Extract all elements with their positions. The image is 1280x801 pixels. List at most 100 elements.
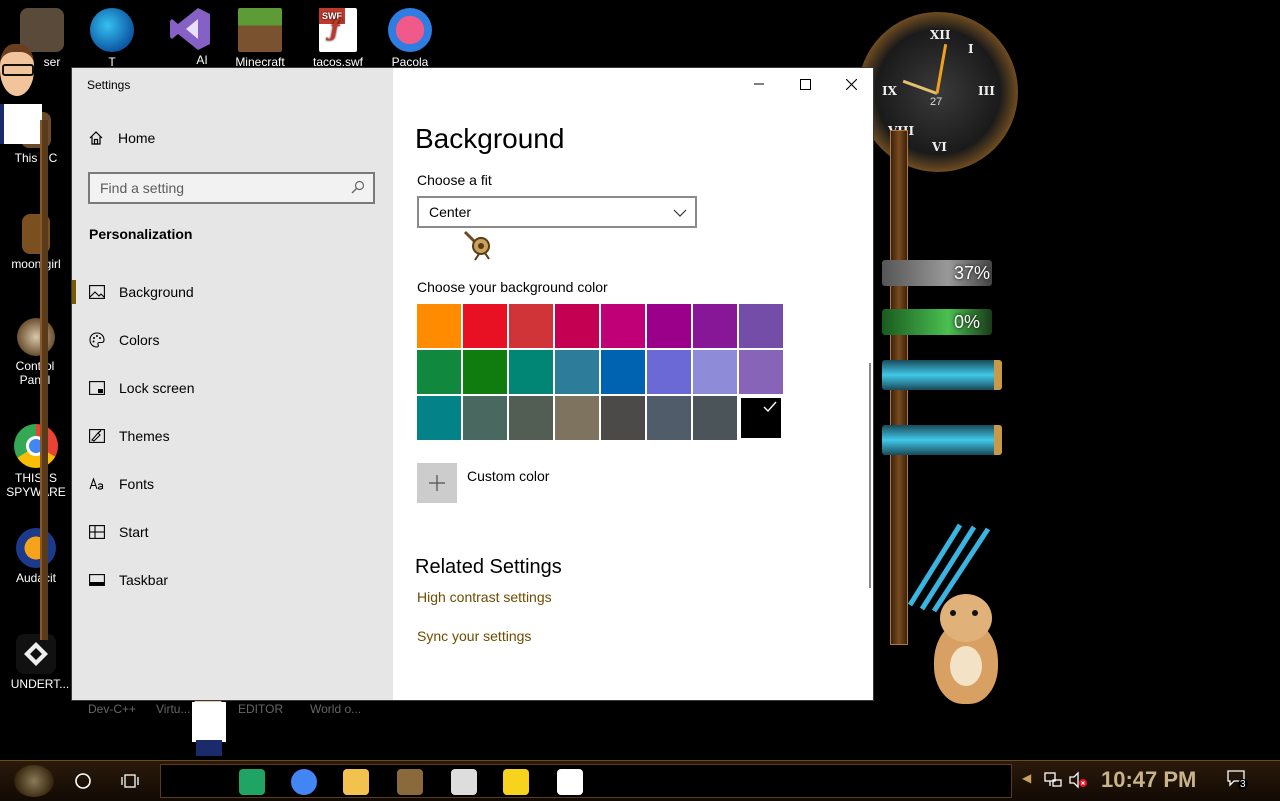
start-button[interactable] [14, 765, 54, 797]
color-swatch[interactable] [509, 350, 553, 394]
color-swatch[interactable] [647, 396, 691, 440]
fit-dropdown[interactable]: Center [417, 196, 697, 228]
sidebar-item-start[interactable]: Start [72, 508, 393, 556]
color-swatch[interactable] [417, 304, 461, 348]
color-swatch[interactable] [417, 350, 461, 394]
search-input[interactable] [90, 174, 350, 202]
color-swatch[interactable] [601, 304, 645, 348]
sidebar-item-label: Lock screen [119, 380, 195, 396]
sidebar-item-background[interactable]: Background [72, 268, 393, 316]
chrome-icon[interactable] [291, 769, 317, 795]
color-swatch[interactable] [601, 350, 645, 394]
flash-glyph-icon: ƒ [330, 16, 340, 42]
custom-color-button[interactable]: Custom color [417, 463, 549, 503]
color-swatch[interactable] [555, 304, 599, 348]
clock-numeral-icon: XII [930, 28, 951, 42]
color-swatch[interactable] [555, 350, 599, 394]
plus-icon [429, 475, 445, 491]
sidebar-item-label: Taskbar [119, 572, 169, 588]
taskbar-icon [89, 574, 105, 586]
custom-color-label: Custom color [467, 468, 550, 484]
disk-meter [882, 360, 1002, 390]
settings-window[interactable]: Settings Home Personalization Background… [72, 68, 873, 700]
desktop-icon-label: Control Panel [15, 359, 55, 387]
volume-muted-icon[interactable] [1068, 771, 1088, 789]
sidebar-item-themes[interactable]: Themes [72, 412, 393, 460]
network-icon[interactable] [1044, 771, 1062, 789]
edge-icon [90, 8, 134, 52]
themes-icon [89, 429, 105, 443]
desktop-icon-pacola[interactable]: Pacola [378, 8, 442, 69]
desktop-icon-control-panel[interactable]: Control Panel [4, 318, 68, 387]
color-swatch[interactable] [739, 304, 783, 348]
search-box[interactable] [88, 172, 375, 204]
desktop-icon-label: THIS IS SPYWARE [6, 471, 66, 499]
cortana-button[interactable] [65, 765, 101, 797]
color-swatch[interactable] [463, 396, 507, 440]
clock-gadget[interactable]: XII III VI IX I VIII 27 [858, 12, 1018, 172]
color-swatch[interactable] [463, 304, 507, 348]
maximize-button[interactable] [782, 68, 828, 100]
close-button[interactable] [828, 68, 874, 100]
desktop-icon-label: moon girl [11, 257, 61, 271]
sidebar-item-label: Start [119, 524, 149, 540]
color-swatch[interactable] [509, 304, 553, 348]
sidebar-item-colors[interactable]: Colors [72, 316, 393, 364]
color-swatch[interactable] [693, 350, 737, 394]
desktop-icon-tacos-swf[interactable]: SWF ƒ tacos.swf [306, 8, 370, 69]
cursor-icon [463, 230, 490, 261]
desktop-icon-visual-studio[interactable]: AI [158, 6, 222, 67]
nav-home[interactable]: Home [88, 130, 155, 146]
task-view-button[interactable] [112, 765, 148, 797]
cartoon-character-icon [0, 44, 42, 144]
sync-settings-link[interactable]: Sync your settings [417, 628, 531, 644]
color-swatch[interactable] [509, 396, 553, 440]
desktop-icon-audacity[interactable]: Audacit [4, 528, 68, 585]
desktop-icon-label: Minecraft [235, 55, 285, 69]
color-swatch[interactable] [647, 304, 691, 348]
7zip-icon[interactable] [451, 769, 477, 795]
sandbox-icon[interactable] [397, 769, 423, 795]
desktop-icon-edge[interactable]: T [80, 8, 144, 69]
control-panel-icon [17, 318, 55, 356]
tray-overflow-icon[interactable]: ◀ [1022, 771, 1031, 785]
hamster-icon [928, 590, 1004, 706]
taskbar-clock[interactable]: 10:47 PM [1101, 767, 1196, 793]
desktop-icon-moon-girl[interactable]: moon girl [4, 214, 68, 271]
file-explorer-icon[interactable] [343, 769, 369, 795]
undertale-icon [16, 634, 56, 674]
action-center-button[interactable]: 3 [1226, 769, 1250, 793]
high-contrast-link[interactable]: High contrast settings [417, 589, 552, 605]
color-swatch[interactable] [417, 396, 461, 440]
section-title: Personalization [89, 226, 193, 242]
visual-studio-icon [168, 6, 212, 50]
desktop-icon-label: This PC [14, 151, 58, 165]
color-swatch[interactable] [739, 396, 783, 440]
color-swatch[interactable] [601, 396, 645, 440]
scrollbar[interactable] [869, 363, 871, 588]
desktop-icon-minecraft[interactable]: Minecraft [228, 8, 292, 69]
minimize-button[interactable] [736, 68, 782, 100]
color-swatch[interactable] [693, 304, 737, 348]
sidebar-item-lock-screen[interactable]: Lock screen [72, 364, 393, 412]
sidebar-item-label: Fonts [119, 476, 155, 492]
color-swatch[interactable] [647, 350, 691, 394]
clock-minute-hand-icon [935, 43, 948, 94]
desktop-icon-undertale[interactable]: UNDERT... [4, 634, 69, 691]
sticky-notes-icon[interactable] [503, 769, 529, 795]
color-swatch[interactable] [739, 350, 783, 394]
custom-color-tile[interactable] [417, 463, 457, 503]
settings-gear-icon[interactable] [557, 769, 583, 795]
color-swatch[interactable] [693, 396, 737, 440]
sheets-icon[interactable] [239, 769, 265, 795]
sidebar-item-fonts[interactable]: Fonts [72, 460, 393, 508]
palette-icon [89, 332, 105, 348]
color-swatch[interactable] [555, 396, 599, 440]
desktop-icon-chrome-spyware[interactable]: THIS IS SPYWARE [4, 424, 68, 499]
sidebar-item-taskbar[interactable]: Taskbar [72, 556, 393, 604]
color-swatch[interactable] [463, 350, 507, 394]
background-color-label: Choose your background color [417, 279, 608, 295]
disk-meter [882, 425, 1002, 455]
clock-numeral-icon: III [978, 84, 995, 98]
behind-window-label: World o... [310, 702, 362, 716]
